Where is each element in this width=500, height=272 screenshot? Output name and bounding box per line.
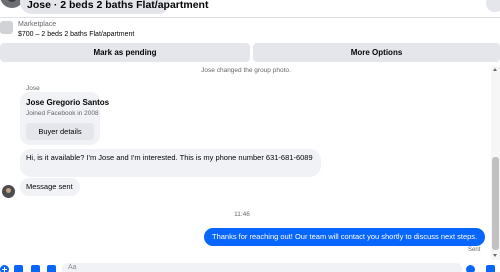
outgoing-message[interactable]: Thanks for reaching out! Our team will c…: [204, 228, 485, 246]
divider: [0, 17, 500, 18]
message-input-placeholder: Aa: [68, 264, 77, 271]
header-menu-button[interactable]: [486, 0, 500, 12]
buyer-profile-card: Jose Gregorio Santos Joined Facebook in …: [20, 92, 109, 145]
message-timestamp: 11:46: [234, 211, 250, 218]
sticker-icon[interactable]: [31, 265, 40, 272]
sender-avatar[interactable]: [2, 185, 15, 198]
buyer-joined: Joined Facebook in 2008: [26, 110, 99, 117]
scroll-down-arrow-icon[interactable]: [493, 254, 497, 257]
scrollbar-thumb[interactable]: [492, 157, 499, 250]
listing-title[interactable]: $700 – 2 beds 2 baths Flat/apartment: [18, 31, 134, 38]
message-input[interactable]: [62, 263, 462, 272]
incoming-message[interactable]: Hi, is it available? I'm Jose and I'm in…: [20, 149, 321, 177]
more-options-button[interactable]: More Options: [253, 43, 500, 62]
emoji-icon[interactable]: [466, 265, 475, 272]
sent-status: Sent: [468, 247, 481, 253]
gif-icon[interactable]: [47, 265, 56, 272]
mark-as-pending-button[interactable]: Mark as pending: [0, 43, 250, 62]
like-icon[interactable]: [486, 265, 495, 272]
photo-icon[interactable]: [14, 265, 23, 272]
incoming-message[interactable]: Message sent: [20, 178, 80, 196]
listing-thumbnail[interactable]: [0, 21, 13, 34]
buyer-details-button[interactable]: Buyer details: [26, 123, 94, 140]
chat-header: Jose · 2 beds 2 baths Flat/apartment: [0, 0, 500, 18]
system-message: Jose changed the group photo.: [201, 67, 291, 74]
marketplace-label: Marketplace: [18, 21, 57, 28]
scroll-up-arrow-icon[interactable]: [493, 68, 497, 71]
buyer-name[interactable]: Jose Gregorio Santos: [26, 98, 109, 107]
plus-icon[interactable]: [0, 265, 9, 272]
chat-title[interactable]: Jose · 2 beds 2 baths Flat/apartment: [27, 0, 208, 11]
sender-name: Jose: [26, 85, 40, 92]
